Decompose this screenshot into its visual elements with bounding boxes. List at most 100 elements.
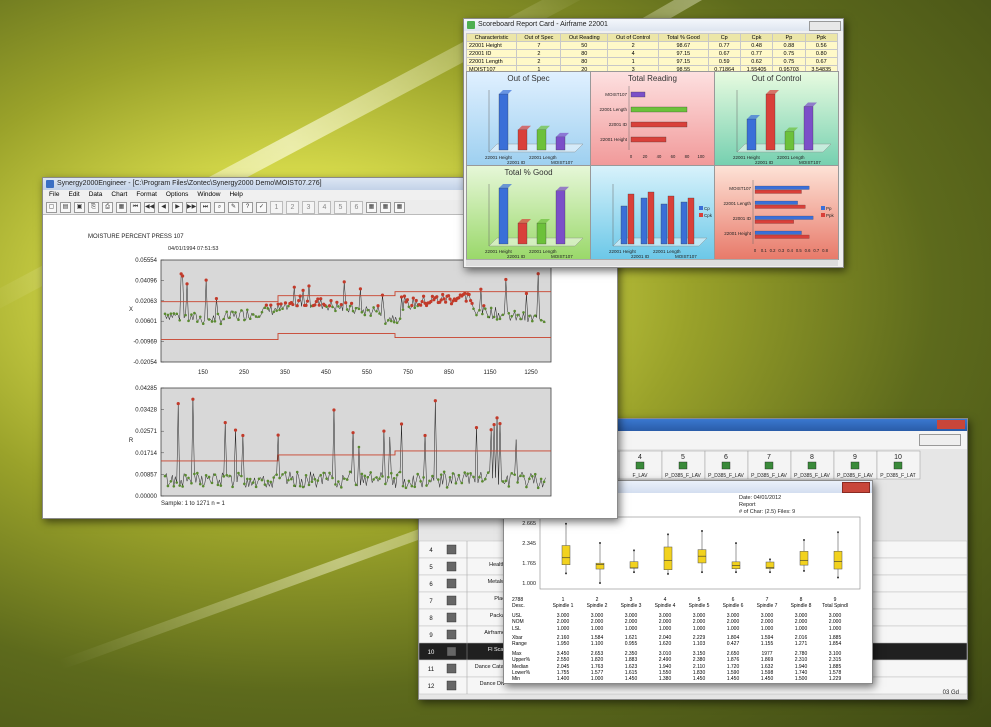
data-point [237, 471, 240, 475]
data-point [516, 481, 519, 484]
column-header[interactable]: Cpk [739, 33, 774, 42]
menu-item-format[interactable]: Format [136, 191, 157, 198]
chart-slot-button[interactable]: 3 [302, 200, 315, 214]
status-icon[interactable] [678, 461, 688, 470]
chart-slot-button[interactable]: 5 [334, 200, 347, 214]
menu-item-file[interactable]: File [49, 191, 59, 198]
menu-item-edit[interactable]: Edit [68, 191, 79, 198]
window-controls-icon[interactable] [842, 482, 870, 493]
preview-icon[interactable]: ▦ [116, 201, 127, 213]
bar-top [804, 102, 817, 107]
find-icon[interactable]: ⌕ [214, 201, 225, 213]
column-header[interactable]: Cp [707, 33, 741, 42]
menu-item-window[interactable]: Window [197, 191, 220, 198]
column-header[interactable]: Out Reading [560, 33, 609, 42]
data-point [172, 484, 176, 488]
row-icon[interactable] [446, 663, 457, 674]
chart-panel[interactable]: Total Reading MOIST107 22001 Length 22001 I… [590, 71, 715, 166]
row-icon[interactable] [446, 595, 457, 606]
row-icon[interactable] [446, 578, 457, 589]
status-icon[interactable] [764, 461, 774, 470]
row-icon[interactable] [446, 629, 457, 640]
data-point [366, 308, 370, 312]
new-icon[interactable]: ▢ [46, 201, 57, 213]
last-icon[interactable]: ⏭ [200, 201, 211, 213]
play-icon[interactable]: ▶ [172, 201, 183, 213]
data-point [354, 483, 358, 487]
row-icon[interactable] [446, 646, 457, 657]
data-point [478, 308, 481, 312]
data-point [507, 485, 511, 488]
column-header[interactable]: Total % Good [658, 33, 709, 42]
table-icon[interactable]: ▦ [380, 201, 391, 213]
menu-item-chart[interactable]: Chart [111, 191, 127, 198]
menu-item-data[interactable]: Data [89, 191, 103, 198]
menu-item-options[interactable]: Options [166, 191, 188, 198]
grid-icon[interactable]: ▦ [366, 201, 377, 213]
bar [803, 106, 814, 151]
table-row[interactable]: 22001 Length 2 80 1 97.15 0.59 0.62 0.75 0.67 [465, 57, 839, 66]
column-header[interactable]: Characteristic [465, 33, 518, 42]
stats-cell: Min [512, 676, 521, 683]
row-icon[interactable] [446, 680, 457, 691]
forward-icon[interactable]: ▶▶ [186, 201, 197, 213]
data-point [389, 471, 393, 475]
out-of-control-point [382, 429, 386, 433]
chart-panel[interactable]: Total % Good 22001 Height 22001 ID 22001 Le… [466, 165, 591, 260]
data-point [486, 471, 490, 474]
settings-icon[interactable]: ▦ [394, 201, 405, 213]
chart-slot-button[interactable]: 4 [318, 200, 331, 214]
row-icon[interactable] [446, 561, 457, 572]
out-of-control-point [410, 303, 414, 308]
restore-icon[interactable] [919, 434, 961, 446]
back-icon[interactable]: ◀ [158, 201, 169, 213]
chart-panel[interactable]: 22001 Height 22001 ID 22001 Length MOIST107… [590, 165, 715, 260]
open-icon[interactable]: ▤ [60, 201, 71, 213]
data-point [392, 476, 396, 480]
data-point [472, 307, 475, 311]
data-point [245, 308, 249, 312]
copy-icon[interactable]: ⎘ [88, 201, 99, 213]
rewind-icon[interactable]: ◀◀ [144, 201, 155, 213]
scrollbar[interactable] [466, 259, 838, 266]
data-point [384, 482, 387, 486]
stats-cell: 1.100 [590, 641, 604, 648]
status-icon[interactable] [635, 461, 645, 470]
table-row[interactable]: 22001 ID 2 80 4 97.15 0.67 0.77 0.75 0.80 [465, 49, 839, 58]
row-icon[interactable] [446, 612, 457, 623]
data-point [345, 308, 349, 311]
chart-slot-button[interactable]: 1 [270, 200, 283, 214]
status-icon[interactable] [721, 461, 731, 470]
close-icon[interactable] [937, 420, 965, 429]
chart-panel[interactable]: Out of Spec 22001 Height 22001 ID 22001 Len… [466, 71, 591, 166]
chart-icon[interactable]: ✓ [256, 201, 267, 213]
first-icon[interactable]: ⏮ [130, 201, 141, 213]
data-point [428, 479, 431, 483]
print-icon[interactable]: ⎙ [102, 201, 113, 213]
window-controls-icon[interactable] [809, 21, 841, 31]
save-icon[interactable]: ▣ [74, 201, 85, 213]
column-header[interactable]: Out of Spec [516, 33, 562, 42]
data-point [254, 485, 258, 489]
column-header[interactable]: Pp [772, 33, 806, 42]
row-icon[interactable] [446, 544, 457, 555]
chart-slot-button[interactable]: 2 [286, 200, 299, 214]
status-icon[interactable] [850, 461, 860, 470]
chart-slot-button[interactable]: 6 [350, 200, 363, 214]
box [833, 550, 843, 570]
stats-cell: 1.000 [624, 625, 638, 632]
out-of-control-point [342, 280, 346, 284]
menu-item-help[interactable]: Help [229, 191, 242, 198]
out-of-control-point [439, 298, 443, 302]
chart-panel[interactable]: MOIST107 22001 Length 22001 ID 22001 Height… [714, 165, 839, 260]
column-header[interactable]: Ppk [804, 33, 839, 42]
out-of-control-point [307, 284, 311, 288]
help-icon[interactable]: ? [242, 201, 253, 213]
table-row[interactable]: 22001 Height 7 50 2 98.67 0.77 0.48 0.88 0.56 [465, 41, 839, 50]
chart-panel[interactable]: Out of Control 22001 Height 22001 ID 22001 … [714, 71, 839, 166]
status-icon[interactable] [807, 461, 817, 470]
column-header[interactable]: Out of Control [607, 33, 660, 42]
status-icon[interactable] [893, 461, 903, 470]
out-of-control-point [430, 294, 434, 298]
edit-icon[interactable]: ✎ [228, 201, 239, 213]
